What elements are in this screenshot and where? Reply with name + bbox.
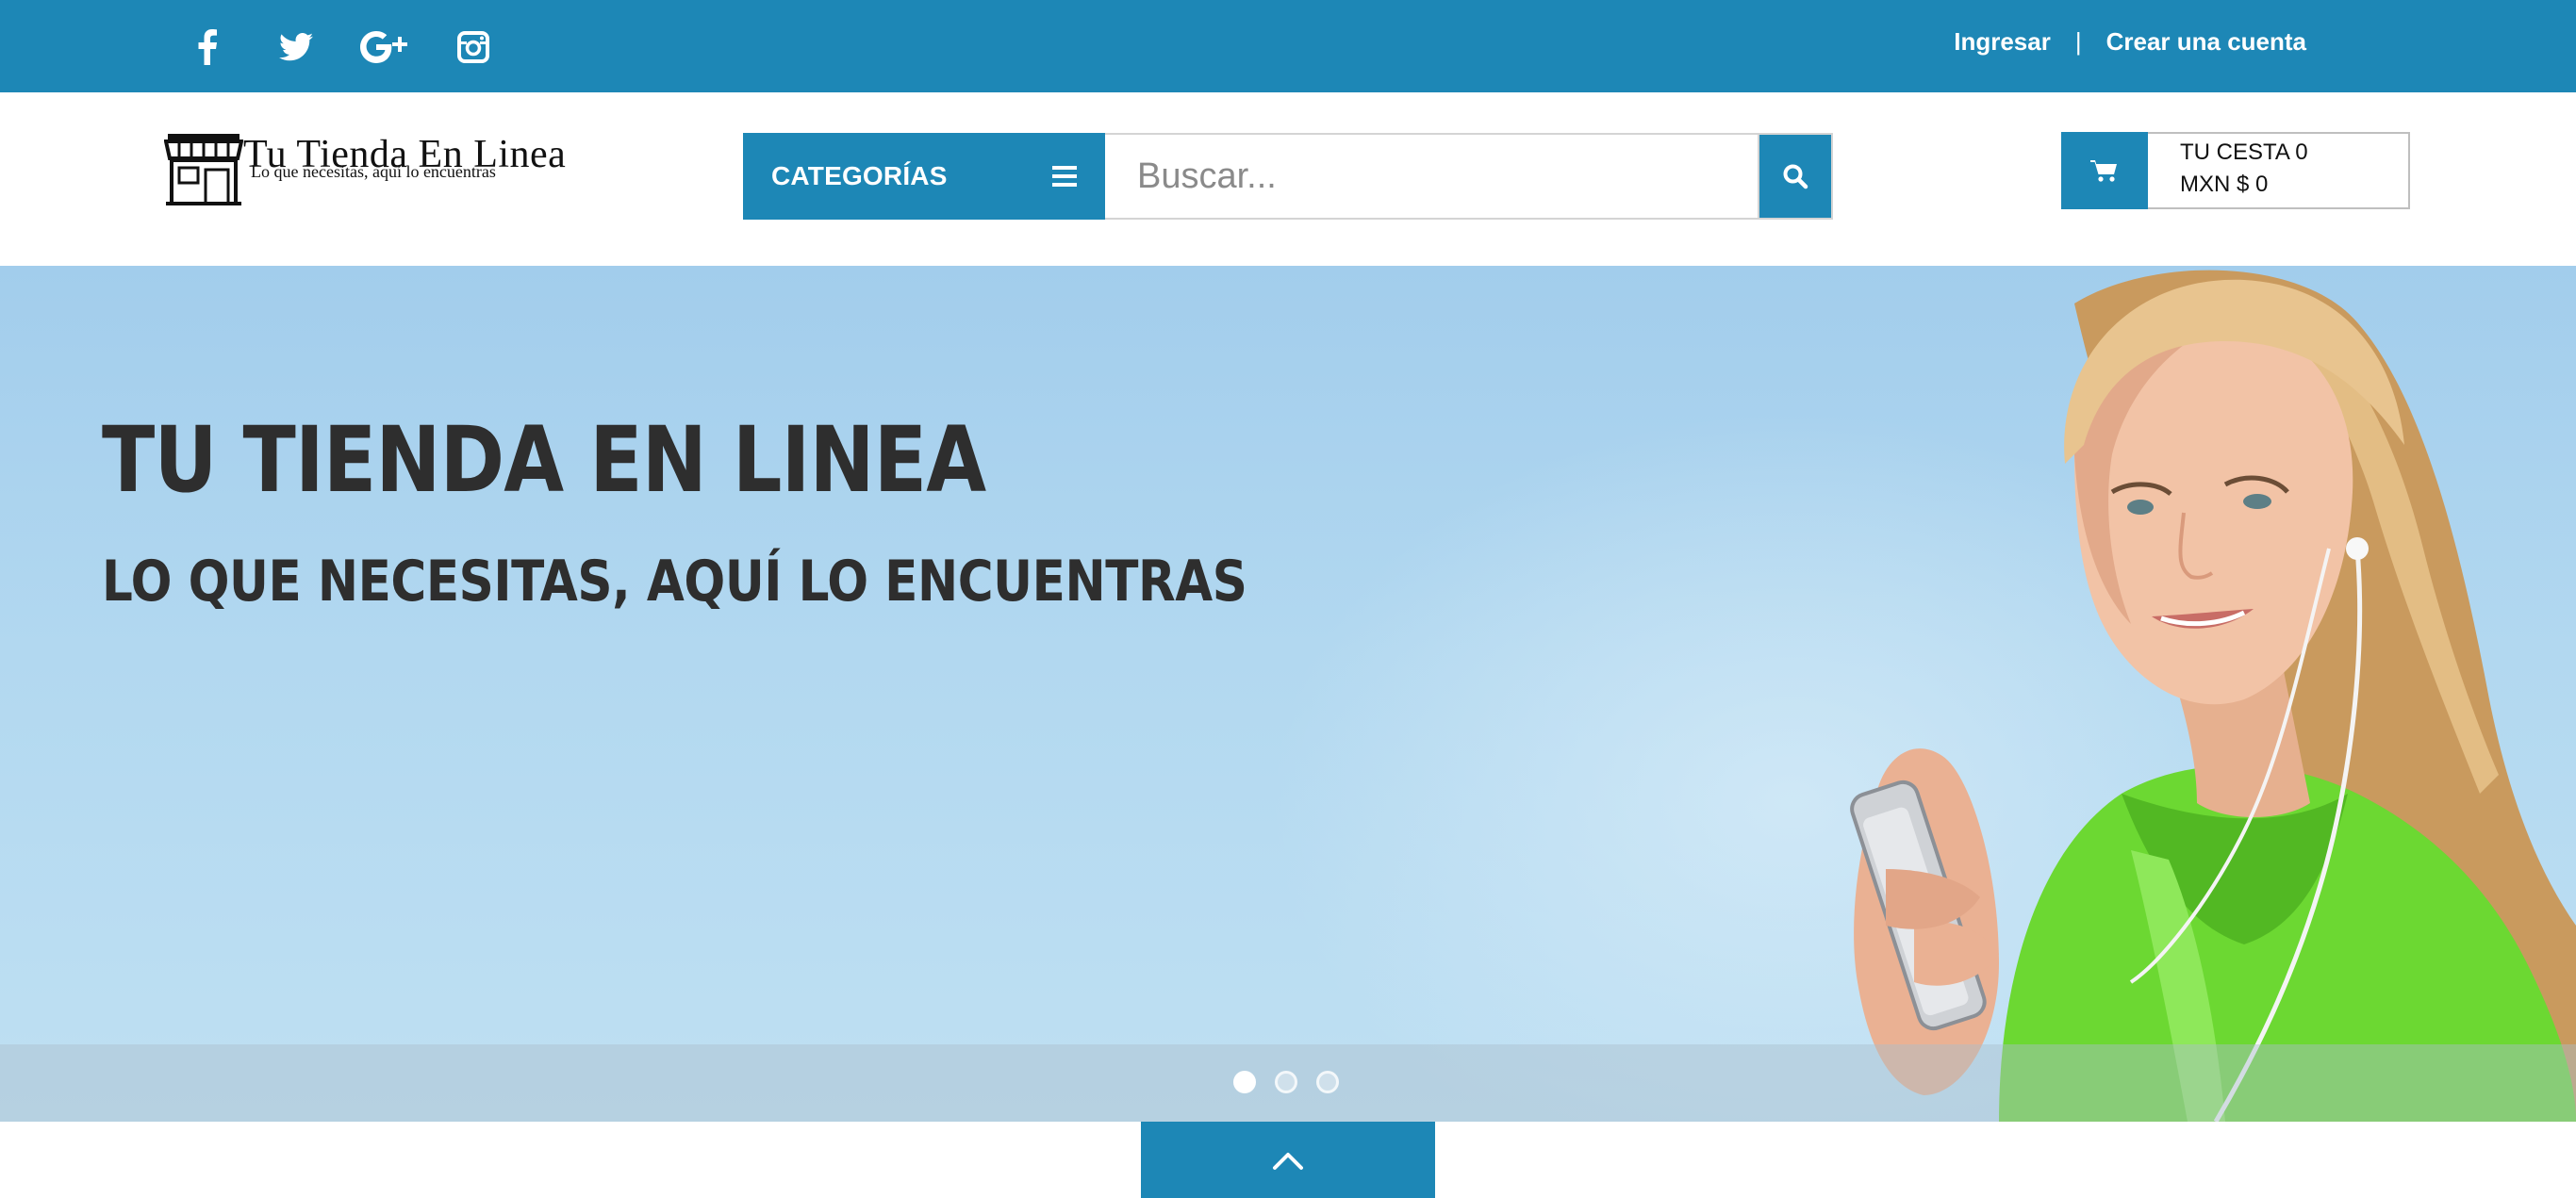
categories-label: CATEGORÍAS — [771, 161, 948, 190]
logo-tagline: Lo que necesitas, aquí lo encuentras — [251, 162, 496, 181]
twitter-icon — [279, 33, 313, 61]
site-header: Tu Tienda En Linea Lo que necesitas, aqu… — [0, 92, 2576, 266]
slide-dot-2[interactable] — [1275, 1071, 1297, 1093]
search-button[interactable] — [1758, 133, 1833, 220]
slider-dots — [1233, 1071, 1339, 1093]
twitter-link[interactable] — [270, 21, 322, 74]
storefront-icon — [164, 134, 243, 205]
scroll-top-button[interactable] — [1141, 1122, 1435, 1198]
site-logo[interactable]: Tu Tienda En Linea Lo que necesitas, aqu… — [164, 132, 579, 211]
slide-dot-1[interactable] — [1233, 1071, 1256, 1093]
menu-icon — [1052, 166, 1077, 187]
shopping-cart-icon — [2090, 160, 2117, 182]
search-input[interactable] — [1105, 133, 1758, 220]
facebook-link[interactable] — [181, 21, 234, 74]
slide-dot-3[interactable] — [1316, 1071, 1339, 1093]
instagram-icon — [457, 31, 489, 63]
account-links: Ingresar | Crear una cuenta — [1954, 0, 2306, 83]
top-bar: Ingresar | Crear una cuenta — [0, 0, 2576, 92]
hero-woman-image — [1850, 270, 2576, 1122]
cart-icon-box — [2061, 132, 2148, 209]
hero-slider: TU TIENDA EN LINEA LO QUE NECESITAS, AQU… — [0, 266, 2576, 1122]
instagram-link[interactable] — [447, 21, 500, 74]
google-plus-link[interactable] — [358, 21, 411, 74]
facebook-icon — [198, 29, 217, 65]
register-link[interactable]: Crear una cuenta — [2106, 27, 2306, 57]
auth-separator: | — [2074, 26, 2082, 56]
search-icon — [1783, 164, 1808, 189]
google-plus-icon — [360, 31, 407, 63]
cart-count: TU CESTA 0 — [2180, 139, 2308, 165]
chevron-up-icon — [1273, 1152, 1303, 1170]
hero-subtitle: LO QUE NECESITAS, AQUÍ LO ENCUENTRAS — [102, 549, 1247, 615]
categories-button[interactable]: CATEGORÍAS — [743, 133, 1105, 220]
cart-widget[interactable]: TU CESTA 0 MXN $ 0 — [2061, 132, 2410, 209]
hero-title: TU TIENDA EN LINEA — [102, 407, 986, 513]
cart-total: MXN $ 0 — [2180, 172, 2269, 197]
login-link[interactable]: Ingresar — [1954, 27, 2051, 57]
